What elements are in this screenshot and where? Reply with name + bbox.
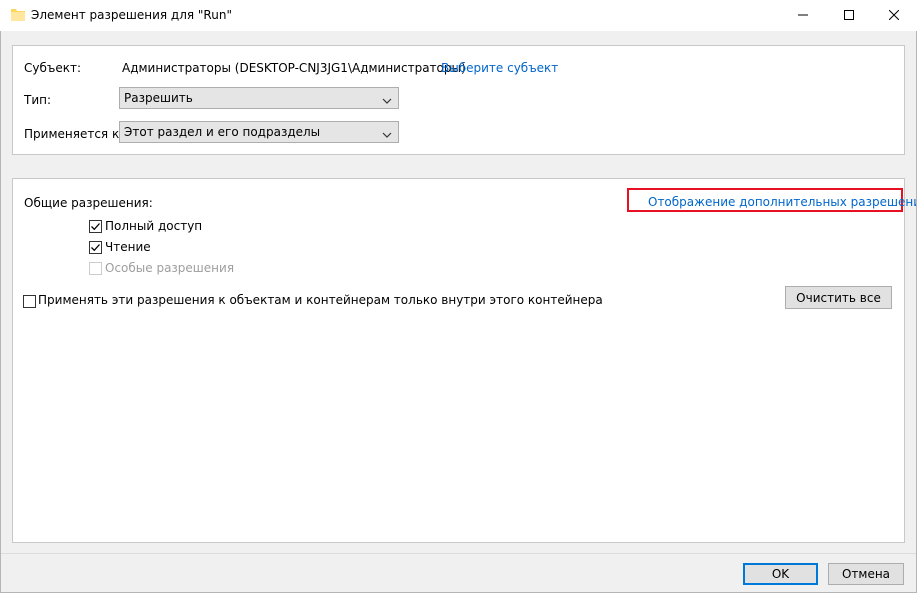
- maximize-button[interactable]: [826, 0, 872, 31]
- full-control-checkbox[interactable]: [89, 220, 102, 233]
- apply-only-container-label: Применять эти разрешения к объектам и ко…: [38, 293, 603, 307]
- chevron-down-icon: [382, 94, 392, 104]
- maximize-icon: [844, 9, 854, 23]
- ok-button[interactable]: OK: [743, 563, 818, 585]
- cancel-button[interactable]: Отмена: [828, 563, 904, 585]
- folder-icon: [11, 8, 25, 21]
- ok-button-label: OK: [771, 567, 790, 581]
- window-title: Элемент разрешения для "Run": [31, 8, 232, 22]
- applies-to-select[interactable]: Этот раздел и его подразделы: [119, 121, 399, 143]
- checkmark-icon: [91, 223, 100, 231]
- type-select[interactable]: Разрешить: [119, 87, 399, 109]
- select-subject-link[interactable]: Выберите субъект: [441, 61, 558, 75]
- cancel-button-label: Отмена: [841, 567, 891, 581]
- close-icon: [888, 9, 900, 23]
- footer-divider: [0, 553, 917, 554]
- checkmark-icon: [91, 244, 100, 252]
- show-advanced-permissions-link[interactable]: Отображение дополнительных разрешений: [648, 195, 917, 209]
- close-button[interactable]: [871, 0, 917, 31]
- minimize-button[interactable]: [780, 0, 826, 31]
- title-bar: Элемент разрешения для "Run": [0, 0, 917, 31]
- type-label: Тип:: [24, 93, 52, 107]
- clear-all-button[interactable]: Очистить все: [785, 286, 892, 309]
- chevron-down-icon: [382, 128, 392, 138]
- subject-label: Субъект:: [24, 61, 82, 75]
- minimize-icon: [798, 9, 808, 23]
- clear-all-button-label: Очистить все: [796, 290, 881, 305]
- full-control-label: Полный доступ: [105, 219, 203, 233]
- special-permissions-label: Особые разрешения: [105, 261, 235, 275]
- applies-to-select-value: Этот раздел и его подразделы: [124, 125, 321, 139]
- read-checkbox[interactable]: [89, 241, 102, 254]
- type-select-value: Разрешить: [124, 91, 193, 105]
- subject-value: Администраторы (DESKTOP-CNJ3JG1\Админист…: [122, 61, 466, 75]
- read-label: Чтение: [105, 240, 151, 254]
- applies-to-label: Применяется к:: [24, 127, 124, 141]
- apply-only-container-checkbox[interactable]: [23, 295, 36, 308]
- special-permissions-checkbox: [89, 262, 102, 275]
- basic-permissions-header: Общие разрешения:: [24, 196, 153, 210]
